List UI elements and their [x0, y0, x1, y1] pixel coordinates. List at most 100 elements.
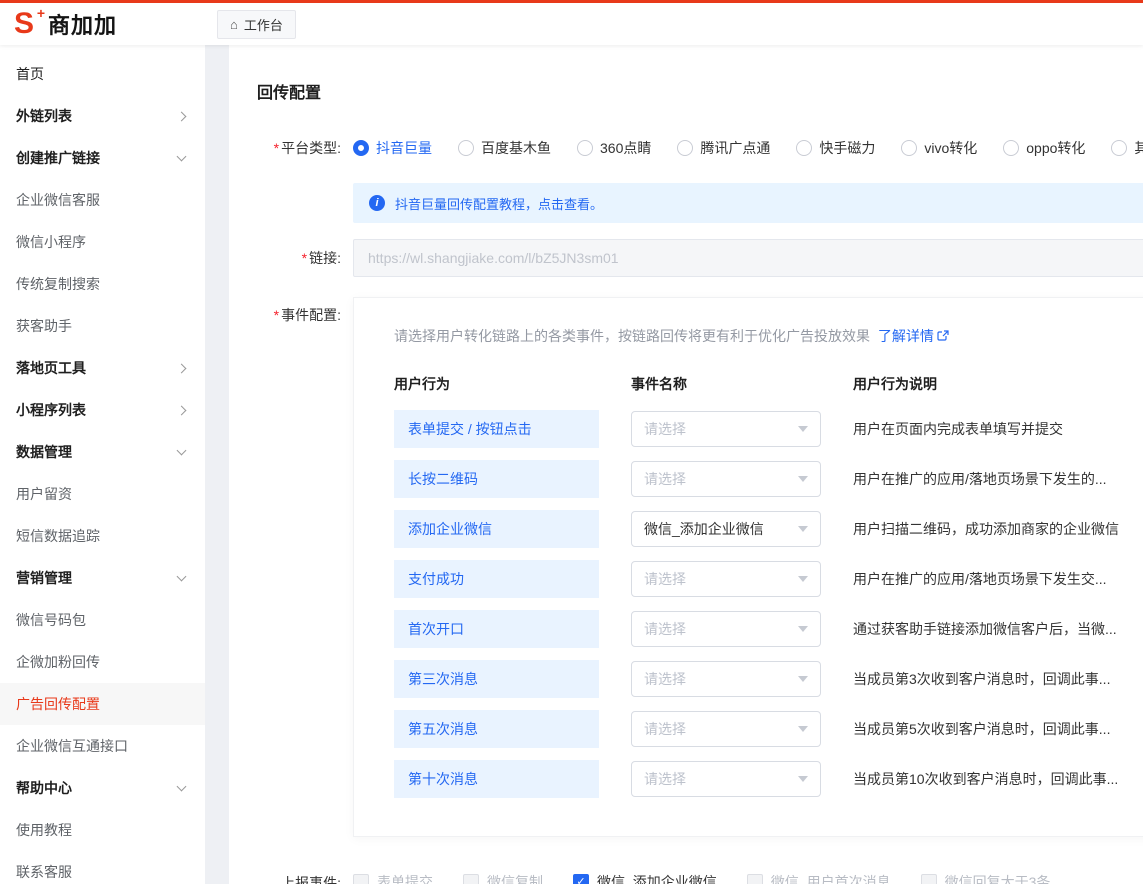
sidebar-item-传统复制搜索[interactable]: 传统复制搜索	[0, 263, 205, 305]
event-select[interactable]: 请选择	[631, 711, 821, 747]
event-select[interactable]: 请选择	[631, 561, 821, 597]
checkbox-icon	[353, 874, 369, 884]
sidebar-item-label: 外链列表	[16, 106, 72, 126]
sidebar-item-label: 创建推广链接	[16, 148, 100, 168]
behavior-button[interactable]: 第三次消息	[394, 660, 599, 698]
checkbox-表单提交[interactable]: 表单提交	[353, 872, 433, 884]
sidebar-item-label: 获客助手	[16, 316, 72, 336]
event-row: 第三次消息请选择当成员第3次收到客户消息时，回调此事...	[394, 660, 1121, 698]
sidebar-item-帮助中心[interactable]: 帮助中心	[0, 767, 205, 809]
behavior-description: 通过获客助手链接添加微信客户后，当微...	[853, 619, 1121, 639]
sidebar-item-联系客服[interactable]: 联系客服	[0, 851, 205, 884]
sidebar-item-label: 联系客服	[16, 862, 72, 882]
tab-workbench-label: 工作台	[244, 15, 283, 34]
checkbox-微信_用户首次消息[interactable]: 微信_用户首次消息	[747, 872, 891, 884]
sidebar-item-用户留资[interactable]: 用户留资	[0, 473, 205, 515]
event-select[interactable]: 请选择	[631, 461, 821, 497]
tutorial-alert: i 抖音巨量回传配置教程，点击查看。	[353, 183, 1143, 223]
learn-more-link[interactable]: 了解详情	[878, 326, 949, 346]
sidebar-item-使用教程[interactable]: 使用教程	[0, 809, 205, 851]
sidebar-item-label: 短信数据追踪	[16, 526, 100, 546]
checkbox-微信回复大于3条[interactable]: 微信回复大于3条	[921, 872, 1051, 884]
sidebar-item-label: 用户留资	[16, 484, 72, 504]
event-table: 用户行为事件名称用户行为说明表单提交 / 按钮点击请选择用户在页面内完成表单填写…	[394, 374, 1121, 798]
column-header: 用户行为	[394, 374, 599, 394]
radio-抖音巨量[interactable]: 抖音巨量	[353, 138, 432, 158]
tab-workbench[interactable]: ⌂ 工作台	[217, 10, 296, 39]
behavior-button[interactable]: 首次开口	[394, 610, 599, 648]
event-row: 长按二维码请选择用户在推广的应用/落地页场景下发生的...	[394, 460, 1121, 498]
sidebar-item-落地页工具[interactable]: 落地页工具	[0, 347, 205, 389]
radio-百度基木鱼[interactable]: 百度基木鱼	[458, 138, 551, 158]
topbar: S+ 商加加 ⌂ 工作台	[0, 0, 1143, 45]
chevron-down-icon	[798, 526, 808, 532]
intro-text: 请选择用户转化链路上的各类事件，按链路回传将更有利于优化广告投放效果	[394, 328, 870, 344]
event-select[interactable]: 请选择	[631, 761, 821, 797]
sidebar-item-label: 数据管理	[16, 442, 72, 462]
radio-label: 360点睛	[600, 138, 651, 158]
event-select[interactable]: 请选择	[631, 661, 821, 697]
sidebar-item-短信数据追踪[interactable]: 短信数据追踪	[0, 515, 205, 557]
select-value: 微信_添加企业微信	[644, 519, 764, 539]
link-input[interactable]: https://wl.shangjiake.com/l/bZ5JN3sm01	[353, 239, 1143, 277]
checkbox-微信_添加企业微信[interactable]: ✓微信_添加企业微信	[573, 872, 717, 884]
column-header: 事件名称	[631, 374, 821, 394]
event-select[interactable]: 微信_添加企业微信	[631, 511, 821, 547]
sidebar-item-企业微信互通接口[interactable]: 企业微信互通接口	[0, 725, 205, 767]
sidebar-item-小程序列表[interactable]: 小程序列表	[0, 389, 205, 431]
brand-name: 商加加	[48, 8, 117, 40]
sidebar-item-外链列表[interactable]: 外链列表	[0, 95, 205, 137]
behavior-button[interactable]: 第五次消息	[394, 710, 599, 748]
behavior-button[interactable]: 支付成功	[394, 560, 599, 598]
sidebar-item-企微加粉回传[interactable]: 企微加粉回传	[0, 641, 205, 683]
behavior-description: 用户在页面内完成表单填写并提交	[853, 419, 1121, 439]
radio-其他[interactable]: 其他	[1111, 138, 1143, 158]
brand-logo-icon: S+	[14, 9, 34, 39]
home-icon: ⌂	[230, 17, 238, 32]
tutorial-link[interactable]: 抖音巨量回传配置教程，点击查看。	[395, 194, 603, 213]
select-value: 请选择	[644, 719, 686, 739]
checkbox-label: 微信复制	[487, 872, 543, 884]
sidebar-item-数据管理[interactable]: 数据管理	[0, 431, 205, 473]
radio-icon	[796, 140, 812, 156]
radio-快手磁力[interactable]: 快手磁力	[796, 138, 875, 158]
event-config-label: *事件配置:	[257, 293, 353, 325]
checkbox-微信复制[interactable]: 微信复制	[463, 872, 543, 884]
sidebar-item-营销管理[interactable]: 营销管理	[0, 557, 205, 599]
behavior-button[interactable]: 表单提交 / 按钮点击	[394, 410, 599, 448]
behavior-button[interactable]: 长按二维码	[394, 460, 599, 498]
column-header: 用户行为说明	[853, 374, 1121, 394]
event-select[interactable]: 请选择	[631, 411, 821, 447]
sidebar-item-label: 传统复制搜索	[16, 274, 100, 294]
radio-label: vivo转化	[924, 138, 977, 158]
report-events-row: 上报事件: 表单提交微信复制✓微信_添加企业微信微信_用户首次消息微信回复大于3…	[257, 863, 1143, 884]
main-content: 回传配置 *平台类型: 抖音巨量百度基木鱼360点睛腾讯广点通快手磁力vivo转…	[205, 45, 1143, 884]
page-title: 回传配置	[257, 79, 1143, 103]
radio-icon	[353, 140, 369, 156]
radio-vivo转化[interactable]: vivo转化	[901, 138, 977, 158]
event-select[interactable]: 请选择	[631, 611, 821, 647]
sidebar-item-广告回传配置[interactable]: 广告回传配置	[0, 683, 205, 725]
logo: S+ 商加加	[0, 8, 205, 40]
radio-360点睛[interactable]: 360点睛	[577, 138, 651, 158]
event-config-intro: 请选择用户转化链路上的各类事件，按链路回传将更有利于优化广告投放效果 了解详情	[394, 326, 1121, 346]
radio-oppo转化[interactable]: oppo转化	[1003, 138, 1085, 158]
sidebar-item-首页[interactable]: 首页	[0, 53, 205, 95]
sidebar-item-企业微信客服[interactable]: 企业微信客服	[0, 179, 205, 221]
behavior-description: 当成员第10次收到客户消息时，回调此事...	[853, 769, 1121, 789]
content-panel: 回传配置 *平台类型: 抖音巨量百度基木鱼360点睛腾讯广点通快手磁力vivo转…	[229, 45, 1143, 884]
sidebar-item-创建推广链接[interactable]: 创建推广链接	[0, 137, 205, 179]
event-row: 第五次消息请选择当成员第5次收到客户消息时，回调此事...	[394, 710, 1121, 748]
info-icon: i	[369, 195, 385, 211]
select-value: 请选择	[644, 769, 686, 789]
chevron-down-icon	[798, 776, 808, 782]
sidebar-item-微信号码包[interactable]: 微信号码包	[0, 599, 205, 641]
radio-腾讯广点通[interactable]: 腾讯广点通	[677, 138, 770, 158]
sidebar-item-微信小程序[interactable]: 微信小程序	[0, 221, 205, 263]
radio-label: 腾讯广点通	[700, 138, 770, 158]
behavior-button[interactable]: 第十次消息	[394, 760, 599, 798]
select-value: 请选择	[644, 469, 686, 489]
link-label: *链接:	[257, 239, 353, 277]
behavior-button[interactable]: 添加企业微信	[394, 510, 599, 548]
sidebar-item-获客助手[interactable]: 获客助手	[0, 305, 205, 347]
